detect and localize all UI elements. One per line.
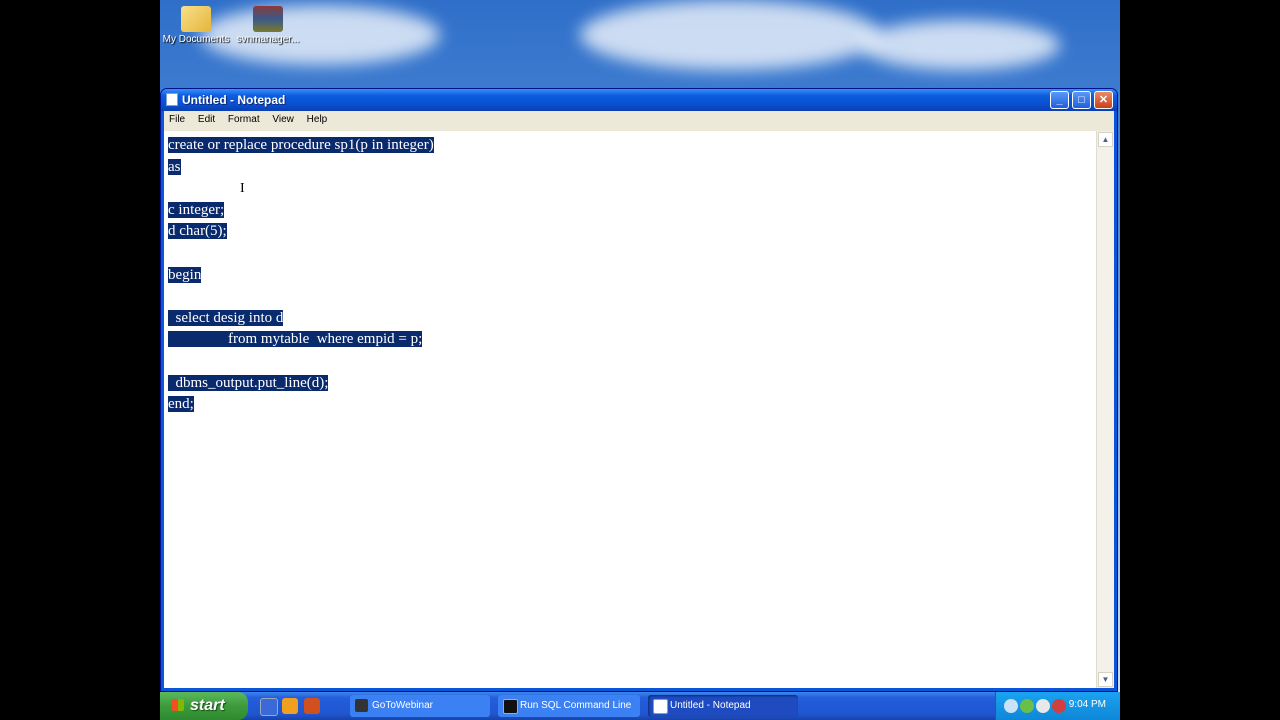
desktop: My Documents svnmanager... Untitled - No… xyxy=(160,0,1120,720)
scroll-up-icon[interactable]: ▲ xyxy=(1098,132,1113,147)
menu-edit[interactable]: Edit xyxy=(193,111,220,128)
notepad-icon xyxy=(653,699,668,714)
code-line: dbms_output.put_line(d); xyxy=(168,373,434,395)
code-line-text: dbms_output.put_line(d); xyxy=(168,374,329,391)
task-label: Run SQL Command Line xyxy=(520,700,632,711)
code-line: from mytable where empid = p; xyxy=(168,329,434,351)
desktop-icon-svnmanager[interactable]: svnmanager... xyxy=(232,2,304,45)
sky-cloud xyxy=(860,20,1060,70)
menu-view[interactable]: View xyxy=(267,111,299,128)
sky-cloud xyxy=(580,0,880,70)
folder-icon xyxy=(181,6,211,32)
task-label: GoToWebinar xyxy=(372,700,433,711)
close-button[interactable]: ✕ xyxy=(1094,91,1113,109)
ie-icon[interactable] xyxy=(260,698,278,716)
notepad-window: Untitled - Notepad _ □ ✕ File Edit Forma… xyxy=(160,88,1118,692)
code-line-text: create or replace procedure sp1(p in int… xyxy=(168,137,434,153)
clock: 9:04 PM xyxy=(1068,699,1106,710)
code-line: end; xyxy=(168,394,434,416)
desktop-icon-label: svnmanager... xyxy=(236,34,300,45)
minimize-button[interactable]: _ xyxy=(1050,91,1069,109)
task-run-sql[interactable]: Run SQL Command Line xyxy=(498,695,640,717)
code-line-text: end; xyxy=(168,396,194,413)
code-line: as xyxy=(168,157,434,179)
code-line-text: d char(5); xyxy=(168,223,227,240)
menu-file[interactable]: File xyxy=(164,111,190,128)
archive-icon xyxy=(253,6,283,32)
code-text: create or replace procedure sp1(p in int… xyxy=(168,135,434,416)
gotowebinar-icon xyxy=(355,699,368,712)
maximize-button[interactable]: □ xyxy=(1072,91,1091,109)
media-icon[interactable] xyxy=(282,698,298,714)
desktop-icon-label: My Documents xyxy=(162,34,230,45)
code-line-text: select desig into d xyxy=(168,309,284,326)
desktop-icon-my-documents[interactable]: My Documents xyxy=(160,2,232,45)
menu-bar: File Edit Format View Help xyxy=(164,111,1114,131)
code-line: select desig into d xyxy=(168,308,434,330)
security-icon[interactable] xyxy=(1052,699,1066,713)
tray-arrow-icon[interactable] xyxy=(1004,699,1018,713)
code-line: begin xyxy=(168,265,434,287)
title-bar[interactable]: Untitled - Notepad _ □ ✕ xyxy=(161,89,1117,111)
snowflake-icon[interactable] xyxy=(1036,699,1050,713)
scroll-down-icon[interactable]: ▼ xyxy=(1098,672,1113,687)
text-editor[interactable]: create or replace procedure sp1(p in int… xyxy=(164,131,1097,688)
menu-help[interactable]: Help xyxy=(302,111,333,128)
windows-logo-icon xyxy=(172,699,184,711)
notepad-icon xyxy=(166,93,178,106)
code-line: create or replace procedure sp1(p in int… xyxy=(168,135,434,157)
start-button[interactable]: start xyxy=(160,692,248,720)
code-line-text: begin xyxy=(168,266,202,283)
menu-format[interactable]: Format xyxy=(223,111,265,128)
vertical-scrollbar[interactable]: ▲ ▼ xyxy=(1096,131,1114,688)
code-line-text: from mytable where empid = p; xyxy=(168,331,423,348)
code-line-text: as xyxy=(168,158,181,175)
quicklaunch-icon[interactable] xyxy=(304,698,320,714)
code-line: d char(5); xyxy=(168,221,434,243)
code-line-text: c integer; xyxy=(168,201,225,218)
task-notepad[interactable]: Untitled - Notepad xyxy=(648,695,798,717)
terminal-icon xyxy=(503,699,518,714)
task-label: Untitled - Notepad xyxy=(670,700,751,711)
network-icon[interactable] xyxy=(1020,699,1034,713)
task-gotowebinar[interactable]: GoToWebinar xyxy=(350,695,490,717)
code-line: c integer; xyxy=(168,200,434,222)
window-title: Untitled - Notepad xyxy=(182,93,286,107)
system-tray: 9:04 PM xyxy=(995,692,1120,720)
taskbar: start GoToWebinar Run SQL Command Line U… xyxy=(160,692,1120,720)
start-label: start xyxy=(190,697,225,714)
text-cursor-icon: I xyxy=(240,181,245,196)
